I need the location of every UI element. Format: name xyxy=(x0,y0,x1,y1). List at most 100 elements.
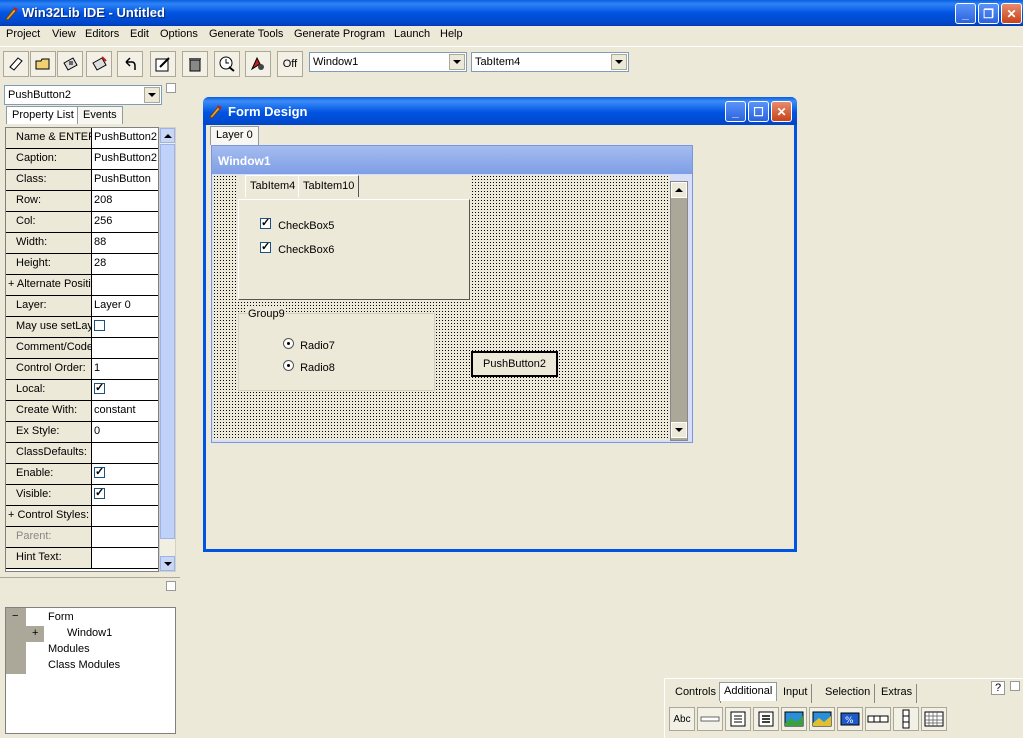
radio-7[interactable]: Radio7 xyxy=(283,338,335,352)
save-as-icon[interactable] xyxy=(86,51,112,77)
property-row[interactable]: Parent: xyxy=(6,527,158,548)
generate-icon[interactable] xyxy=(245,51,271,77)
tab-input[interactable]: Input xyxy=(779,684,813,703)
tree-item-class-modules[interactable]: Class Modules xyxy=(48,659,120,671)
grid-control-icon[interactable] xyxy=(921,707,947,731)
checkbox[interactable] xyxy=(94,320,105,331)
chevron-down-icon[interactable] xyxy=(611,54,627,70)
property-key[interactable]: + Alternate Positio xyxy=(6,275,92,295)
property-key[interactable]: + Control Styles: xyxy=(6,506,92,526)
radio-button[interactable] xyxy=(283,338,294,349)
property-value[interactable] xyxy=(94,320,105,334)
property-row[interactable]: Comment/Code xyxy=(6,338,158,359)
property-value[interactable] xyxy=(94,486,105,502)
form-close-button[interactable]: ✕ xyxy=(771,101,792,122)
splitter-control-icon[interactable] xyxy=(893,707,919,731)
restore-button[interactable]: ❐ xyxy=(978,3,999,24)
checkbox-5[interactable]: CheckBox5 xyxy=(260,216,334,232)
chevron-down-icon[interactable] xyxy=(449,54,465,70)
property-row[interactable]: + Control Styles: xyxy=(6,506,158,527)
save-icon[interactable] xyxy=(57,51,83,77)
property-value[interactable] xyxy=(94,381,105,397)
property-value[interactable]: PushButton xyxy=(94,173,151,185)
menu-view[interactable]: View xyxy=(52,28,76,40)
checkbox[interactable] xyxy=(260,216,271,229)
form-minimize-button[interactable]: _ xyxy=(725,101,746,122)
property-row[interactable]: Class: PushButton xyxy=(6,170,158,191)
property-value[interactable]: PushButton2 xyxy=(94,131,157,143)
checkbox[interactable] xyxy=(94,486,105,499)
panel-pin-icon[interactable] xyxy=(1010,681,1020,691)
group-box[interactable]: Group9 Radio7 Radio8 xyxy=(238,308,435,391)
property-value[interactable]: 0 xyxy=(94,425,100,437)
tab-layer-0[interactable]: Layer 0 xyxy=(210,126,259,145)
designed-window-scrollbar[interactable] xyxy=(670,181,688,441)
tab-control[interactable]: TabItem4 TabItem10 CheckBox5 CheckBox6 xyxy=(238,175,470,300)
tab-extras[interactable]: Extras xyxy=(877,684,918,703)
property-value[interactable]: 28 xyxy=(94,257,106,269)
tree-item-modules[interactable]: Modules xyxy=(48,643,90,655)
checkbox[interactable] xyxy=(94,381,105,394)
property-value[interactable]: 1 xyxy=(94,362,100,374)
checkbox[interactable] xyxy=(260,240,271,253)
bitmap-control-icon[interactable] xyxy=(781,707,807,731)
menu-editors[interactable]: Editors xyxy=(85,28,119,40)
property-row[interactable]: Ex Style: 0 xyxy=(6,422,158,443)
open-folder-icon[interactable] xyxy=(30,51,56,77)
property-value[interactable]: 208 xyxy=(94,194,112,206)
property-row[interactable]: Enable: xyxy=(6,464,158,485)
tree-expand-icon[interactable]: + xyxy=(32,627,38,639)
menu-project[interactable]: Project xyxy=(6,28,40,40)
separator-control-icon[interactable] xyxy=(697,707,723,731)
property-row[interactable]: Layer: Layer 0 xyxy=(6,296,158,317)
menu-edit[interactable]: Edit xyxy=(130,28,149,40)
menu-launch[interactable]: Launch xyxy=(394,28,430,40)
designed-window[interactable]: Window1 TabItem4 TabItem10 CheckBox5 Che… xyxy=(211,145,693,443)
help-button[interactable]: ? xyxy=(991,681,1005,695)
close-button[interactable]: ✕ xyxy=(1001,3,1022,24)
property-row[interactable]: Create With: constant xyxy=(6,401,158,422)
property-row[interactable]: Visible: xyxy=(6,485,158,506)
property-value[interactable] xyxy=(94,465,105,481)
progress-control-icon[interactable]: % xyxy=(837,707,863,731)
tree-item-form[interactable]: Form xyxy=(48,611,74,623)
property-row[interactable]: Row: 208 xyxy=(6,191,158,212)
scroll-up-icon[interactable] xyxy=(671,182,687,198)
property-row[interactable]: Height: 28 xyxy=(6,254,158,275)
property-row[interactable]: Name & ENTER PushButton2 xyxy=(6,128,158,149)
scroll-down-icon[interactable] xyxy=(671,422,687,438)
form-maximize-button[interactable]: ☐ xyxy=(748,101,769,122)
menu-options[interactable]: Options xyxy=(160,28,198,40)
icon-control-icon[interactable] xyxy=(809,707,835,731)
text-control-icon[interactable] xyxy=(753,707,779,731)
tab-additional[interactable]: Additional xyxy=(719,682,778,701)
chevron-down-icon[interactable] xyxy=(144,87,160,103)
property-row[interactable]: Local: xyxy=(6,380,158,401)
tree-collapse-icon[interactable]: − xyxy=(12,610,18,622)
radio-button[interactable] xyxy=(283,360,294,371)
list-control-icon[interactable] xyxy=(725,707,751,731)
statusbar-control-icon[interactable] xyxy=(865,707,891,731)
property-row[interactable]: May use setLay xyxy=(6,317,158,338)
menu-generate-tools[interactable]: Generate Tools xyxy=(209,28,283,40)
property-row[interactable]: Caption: PushButton2 xyxy=(6,149,158,170)
push-button-2[interactable]: PushButton2 xyxy=(471,351,558,377)
property-value[interactable]: PushButton2 xyxy=(94,152,157,164)
property-scrollbar[interactable] xyxy=(159,127,176,572)
form-design-title-bar[interactable]: Form Design _ ☐ ✕ xyxy=(203,97,797,125)
panel-pin-icon[interactable] xyxy=(166,83,176,93)
property-value[interactable]: Layer 0 xyxy=(94,299,131,311)
tab-item-4[interactable]: TabItem4 xyxy=(245,175,301,197)
checkbox[interactable] xyxy=(94,465,105,478)
minimize-button[interactable]: _ xyxy=(955,3,976,24)
design-grid[interactable]: TabItem4 TabItem10 CheckBox5 CheckBox6 G… xyxy=(213,175,670,440)
object-selector[interactable]: PushButton2 xyxy=(4,85,162,105)
menu-generate-program[interactable]: Generate Program xyxy=(294,28,385,40)
new-icon[interactable] xyxy=(3,51,29,77)
panel-divider[interactable] xyxy=(0,577,180,580)
tab-events[interactable]: Events xyxy=(77,106,123,124)
tab-property-list[interactable]: Property List xyxy=(6,106,80,124)
scroll-thumb[interactable] xyxy=(160,144,175,539)
trash-icon[interactable] xyxy=(182,51,208,77)
property-row[interactable]: Col: 256 xyxy=(6,212,158,233)
